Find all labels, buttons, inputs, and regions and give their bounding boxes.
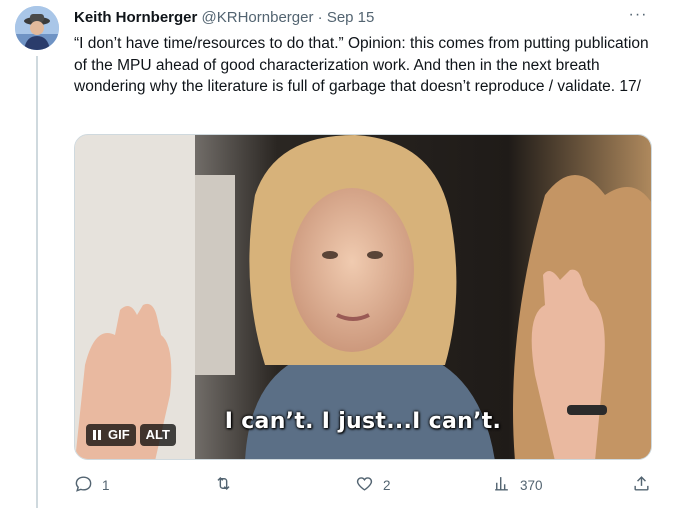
gif-badge: GIF [108, 427, 130, 442]
gif-media[interactable]: I can’t. I just...I can’t. GIF ALT [74, 134, 652, 460]
retweet-button[interactable] [214, 474, 242, 496]
gif-controls: GIF [86, 424, 136, 446]
pause-icon[interactable] [92, 429, 102, 441]
views-button[interactable]: 370 [492, 474, 543, 496]
retweet-icon [214, 474, 233, 496]
thread-line [36, 56, 38, 508]
reply-icon [74, 474, 93, 496]
views-count: 370 [520, 477, 543, 493]
tweet-text: “I don’t have time/resources to do that.… [74, 35, 649, 95]
alt-badge[interactable]: ALT [139, 424, 176, 446]
avatar[interactable] [15, 6, 59, 50]
reply-count: 1 [102, 477, 110, 493]
separator: · [317, 9, 323, 26]
like-icon [355, 474, 374, 496]
reply-button[interactable]: 1 [74, 474, 110, 496]
author-handle[interactable]: @KRHornberger [202, 9, 314, 26]
tweet-actions: 1 2 370 [74, 470, 659, 500]
author-name[interactable]: Keith Hornberger [74, 9, 197, 26]
tweet-header: Keith Hornberger @KRHornberger · Sep 15 [74, 8, 658, 30]
share-icon [632, 474, 651, 496]
more-options-button[interactable]: ··· [626, 6, 650, 28]
tweet-date[interactable]: Sep 15 [327, 9, 375, 26]
views-icon [492, 474, 511, 496]
share-button[interactable] [632, 474, 651, 496]
media-controls: GIF ALT [86, 424, 176, 448]
like-button[interactable]: 2 [355, 474, 391, 496]
like-count: 2 [383, 477, 391, 493]
